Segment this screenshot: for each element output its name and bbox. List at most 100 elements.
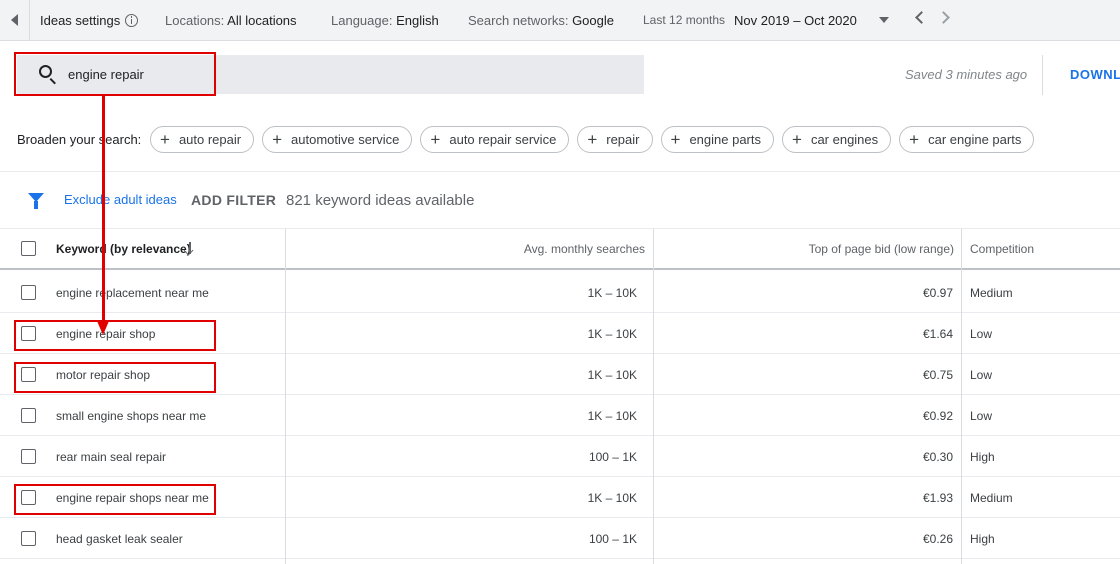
plus-icon: + (587, 130, 598, 149)
filter-icon[interactable] (28, 193, 44, 209)
divider (1042, 55, 1043, 95)
triangle-left-icon (11, 14, 18, 26)
chip-label: car engine parts (928, 132, 1022, 147)
broaden-chip-car-engine-parts[interactable]: + car engine parts (899, 126, 1035, 153)
language-setting[interactable]: Language: English (331, 13, 439, 28)
top-bid-cell: €0.75 (922, 368, 953, 382)
avg-searches-cell: 100 – 1K (588, 450, 637, 464)
divider (0, 171, 1120, 172)
select-all-checkbox[interactable] (21, 241, 36, 256)
column-divider (961, 229, 962, 564)
highlight-box-search (14, 52, 216, 96)
ideas-settings-label: Ideas settings (40, 12, 121, 28)
plus-icon: + (670, 130, 681, 149)
plus-icon: + (792, 130, 802, 149)
table-row: rear main seal repair 100 – 1K €0.30 Hig… (0, 436, 1120, 477)
top-settings-bar: Ideas settings Locations: All locations … (0, 0, 1120, 41)
chevron-left-icon[interactable] (915, 11, 928, 24)
avg-searches-cell: 1K – 10K (587, 286, 637, 300)
highlight-box-row (14, 484, 216, 515)
top-bid-cell: €1.64 (922, 327, 953, 341)
top-bid-low-column-header[interactable]: Top of page bid (low range) (654, 242, 954, 256)
broaden-chips: + auto repair + automotive service + auto r… (150, 126, 1035, 153)
row-checkbox[interactable] (21, 408, 36, 423)
avg-searches-cell: 1K – 10K (587, 491, 637, 505)
keyword-column-header[interactable]: Keyword (by relevance) (56, 242, 191, 256)
keyword-cell: rear main seal repair (56, 450, 167, 464)
chip-label: repair (606, 132, 640, 147)
plus-icon: + (430, 130, 441, 149)
top-bid-cell: €0.26 (922, 532, 953, 546)
plus-icon: + (272, 130, 283, 149)
avg-searches-cell: 100 – 1K (588, 532, 637, 546)
competition-cell: Medium (970, 286, 1013, 300)
table-row: head gasket leak sealer 100 – 1K €0.26 H… (0, 518, 1120, 559)
table-header: Keyword (by relevance) Avg. monthly sear… (0, 229, 1120, 270)
chip-label: car engines (810, 132, 879, 147)
avg-searches-cell: 1K – 10K (587, 409, 637, 423)
collapse-panel-button[interactable] (0, 0, 30, 41)
networks-value: Google (572, 12, 614, 28)
top-bid-cell: €1.93 (922, 491, 953, 505)
chip-label: engine parts (689, 132, 761, 147)
broaden-search-label: Broaden your search: (17, 132, 142, 147)
keyword-count: 821 keyword ideas available (286, 192, 475, 209)
saved-status: Saved 3 minutes ago (905, 67, 1028, 82)
table-row: small engine shops near me 1K – 10K €0.9… (0, 395, 1120, 436)
info-icon[interactable] (125, 13, 139, 27)
language-value: English (396, 12, 439, 28)
competition-cell: Medium (970, 491, 1013, 505)
locations-value: All locations (227, 12, 297, 28)
annotation-arrow-line (102, 95, 105, 321)
locations-label: Locations: (165, 12, 225, 28)
broaden-chip-auto-repair-service[interactable]: + auto repair service (420, 126, 570, 153)
chip-label: automotive service (291, 132, 400, 147)
row-checkbox[interactable] (21, 531, 36, 546)
download-button[interactable]: DOWNL (1070, 67, 1120, 82)
competition-cell: Low (970, 368, 993, 382)
broaden-chip-auto-repair[interactable]: + auto repair (150, 126, 255, 153)
competition-column-header[interactable]: Competition (970, 242, 1034, 256)
competition-cell: Low (970, 409, 993, 423)
keyword-cell: small engine shops near me (56, 409, 207, 423)
sort-arrow-down-icon[interactable] (189, 242, 191, 254)
avg-searches-cell: 1K – 10K (587, 368, 637, 382)
ideas-settings-button[interactable]: Ideas settings (40, 12, 139, 28)
broaden-chip-engine-parts[interactable]: + engine parts (660, 126, 774, 153)
chevron-right-icon[interactable] (937, 11, 950, 24)
competition-cell: Low (970, 327, 993, 341)
search-networks-setting[interactable]: Search networks: Google (468, 13, 614, 28)
chip-label: auto repair (178, 132, 242, 147)
table-row: engine replacement near me 1K – 10K €0.9… (0, 272, 1120, 313)
top-bid-cell: €0.30 (922, 450, 953, 464)
language-label: Language: (331, 12, 393, 28)
broaden-chip-car-engines[interactable]: + car engines (782, 126, 892, 153)
top-bid-cell: €0.92 (922, 409, 953, 423)
locations-setting[interactable]: Locations: All locations (165, 13, 297, 28)
avg-searches-cell: 1K – 10K (587, 327, 637, 341)
broaden-chip-automotive-service[interactable]: + automotive service (262, 126, 413, 153)
avg-searches-column-header[interactable]: Avg. monthly searches (286, 242, 645, 256)
keyword-cell: head gasket leak sealer (56, 532, 183, 546)
exclude-adult-ideas-link[interactable]: Exclude adult ideas (64, 192, 177, 207)
plus-icon: + (909, 130, 920, 149)
chip-label: auto repair service (449, 132, 557, 147)
add-filter-button[interactable]: ADD FILTER (191, 192, 276, 208)
dropdown-caret-icon[interactable] (879, 17, 889, 23)
plus-icon: + (160, 130, 170, 149)
highlight-box-row (14, 320, 216, 351)
period-label: Last 12 months (643, 13, 726, 27)
highlight-box-row (14, 362, 216, 393)
networks-label: Search networks: (468, 12, 569, 28)
column-divider (285, 229, 286, 564)
row-checkbox[interactable] (21, 285, 36, 300)
annotation-arrowhead-icon (97, 321, 109, 335)
competition-cell: High (970, 450, 995, 464)
broaden-chip-repair[interactable]: + repair (577, 126, 653, 153)
top-bid-cell: €0.97 (922, 286, 953, 300)
row-checkbox[interactable] (21, 449, 36, 464)
competition-cell: High (970, 532, 995, 546)
keyword-cell: engine replacement near me (56, 286, 209, 300)
column-divider (653, 229, 654, 564)
date-range-select[interactable]: Nov 2019 – Oct 2020 (734, 13, 857, 28)
